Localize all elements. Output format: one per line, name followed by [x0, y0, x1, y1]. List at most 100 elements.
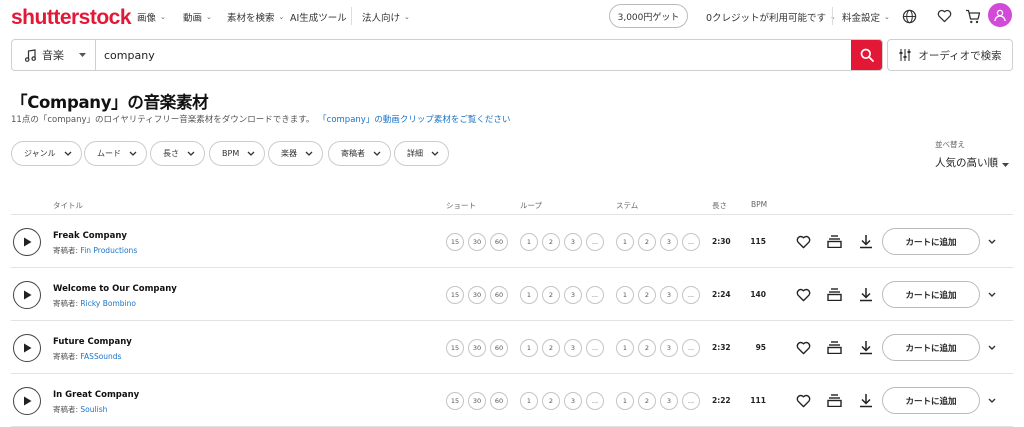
short-version-button[interactable]: 15: [446, 391, 464, 410]
row-divider: [11, 214, 1013, 215]
expand-chevron-icon[interactable]: [985, 289, 999, 301]
stem-button[interactable]: ...: [682, 391, 700, 410]
short-version-button[interactable]: 60: [490, 338, 508, 357]
play-button[interactable]: [13, 386, 41, 415]
loop-button[interactable]: ...: [586, 285, 604, 304]
track-author: 寄稿者: FASSounds: [53, 351, 121, 362]
add-to-collection-icon[interactable]: [826, 287, 843, 303]
favorite-heart-icon[interactable]: [795, 340, 812, 356]
short-version-button[interactable]: 15: [446, 285, 464, 304]
play-button[interactable]: [13, 227, 41, 256]
filter-bpm[interactable]: BPM: [209, 141, 266, 166]
loop-button[interactable]: 3: [564, 285, 582, 304]
favorite-heart-icon[interactable]: [795, 287, 812, 303]
loop-button[interactable]: 2: [542, 338, 560, 357]
sort-label: 並べ替え: [935, 140, 965, 149]
filter-genre[interactable]: ジャンル: [11, 141, 82, 166]
stem-button[interactable]: ...: [682, 232, 700, 251]
filter-mood[interactable]: ムード: [84, 141, 147, 166]
stem-button[interactable]: 3: [660, 285, 678, 304]
download-icon[interactable]: [857, 234, 874, 250]
stem-button[interactable]: 1: [616, 285, 634, 304]
add-to-cart-button[interactable]: カートに追加: [882, 228, 980, 255]
download-icon[interactable]: [857, 393, 874, 409]
loop-button[interactable]: 2: [542, 232, 560, 251]
loop-button[interactable]: 1: [520, 285, 538, 304]
stem-button[interactable]: 1: [616, 338, 634, 357]
loop-button[interactable]: ...: [586, 391, 604, 410]
track-title[interactable]: In Great Company: [53, 390, 139, 400]
stem-button[interactable]: ...: [682, 338, 700, 357]
stem-button[interactable]: 2: [638, 391, 656, 410]
short-version-button[interactable]: 60: [490, 391, 508, 410]
chevron-down-icon: [64, 151, 72, 156]
expand-chevron-icon[interactable]: [985, 236, 999, 248]
track-title[interactable]: Freak Company: [53, 231, 127, 241]
add-to-cart-button[interactable]: カートに追加: [882, 387, 980, 414]
loop-button[interactable]: ...: [586, 232, 604, 251]
add-to-collection-icon[interactable]: [826, 234, 843, 250]
sort-select[interactable]: 人気の高い順: [935, 155, 1009, 170]
track-author: 寄稿者: Fin Productions: [53, 245, 137, 256]
loop-button[interactable]: ...: [586, 338, 604, 357]
stem-button[interactable]: 3: [660, 338, 678, 357]
short-version-button[interactable]: 30: [468, 391, 486, 410]
download-icon[interactable]: [857, 340, 874, 356]
short-version-button[interactable]: 30: [468, 285, 486, 304]
loop-button[interactable]: 1: [520, 232, 538, 251]
filter-instrument[interactable]: 楽器: [268, 141, 323, 166]
short-version-button[interactable]: 60: [490, 285, 508, 304]
stem-button[interactable]: 1: [616, 232, 634, 251]
stem-button[interactable]: 1: [616, 391, 634, 410]
short-version-button[interactable]: 15: [446, 338, 464, 357]
play-button[interactable]: [13, 280, 41, 309]
add-to-collection-icon[interactable]: [826, 340, 843, 356]
stem-button[interactable]: 3: [660, 232, 678, 251]
stem-button[interactable]: 2: [638, 285, 656, 304]
loop-button[interactable]: 1: [520, 338, 538, 357]
author-link[interactable]: Soulish: [80, 405, 107, 414]
chevron-down-icon: [431, 151, 439, 156]
filter-length[interactable]: 長さ: [150, 141, 205, 166]
add-to-cart-button[interactable]: カートに追加: [882, 334, 980, 361]
loop-button[interactable]: 3: [564, 338, 582, 357]
author-link[interactable]: FASSounds: [80, 352, 121, 361]
author-link[interactable]: Ricky Bombino: [80, 299, 136, 308]
chevron-down-icon: [247, 151, 255, 156]
short-version-button[interactable]: 30: [468, 338, 486, 357]
filter-contributor[interactable]: 寄稿者: [328, 141, 391, 166]
favorite-heart-icon[interactable]: [795, 234, 812, 250]
loop-button[interactable]: 1: [520, 391, 538, 410]
add-to-collection-icon[interactable]: [826, 393, 843, 409]
stem-button[interactable]: 3: [660, 391, 678, 410]
track-title[interactable]: Welcome to Our Company: [53, 284, 177, 294]
loop-button[interactable]: 3: [564, 391, 582, 410]
filter-details[interactable]: 詳細: [394, 141, 449, 166]
stem-button[interactable]: 2: [638, 338, 656, 357]
author-link[interactable]: Fin Productions: [80, 246, 137, 255]
track-length: 2:22: [712, 395, 731, 405]
short-version-button[interactable]: 30: [468, 232, 486, 251]
track-length: 2:30: [712, 236, 731, 246]
short-version-button[interactable]: 15: [446, 232, 464, 251]
track-author: 寄稿者: Soulish: [53, 404, 107, 415]
video-clips-link[interactable]: 「company」の動画クリップ素材をご覧ください: [322, 115, 510, 125]
add-to-cart-button[interactable]: カートに追加: [882, 281, 980, 308]
author-prefix: 寄稿者:: [53, 298, 79, 308]
chevron-down-icon: [187, 151, 195, 156]
track-bpm: 115: [750, 236, 766, 246]
download-icon[interactable]: [857, 287, 874, 303]
loop-button[interactable]: 3: [564, 232, 582, 251]
loop-button[interactable]: 2: [542, 391, 560, 410]
short-version-button[interactable]: 60: [490, 232, 508, 251]
expand-chevron-icon[interactable]: [985, 342, 999, 354]
stem-button[interactable]: 2: [638, 232, 656, 251]
favorite-heart-icon[interactable]: [795, 393, 812, 409]
stem-button[interactable]: ...: [682, 285, 700, 304]
loop-button[interactable]: 2: [542, 285, 560, 304]
header-short: ショート: [446, 201, 476, 210]
row-divider: [11, 320, 1013, 321]
expand-chevron-icon[interactable]: [985, 395, 999, 407]
track-title[interactable]: Future Company: [53, 337, 132, 347]
play-button[interactable]: [13, 333, 41, 362]
